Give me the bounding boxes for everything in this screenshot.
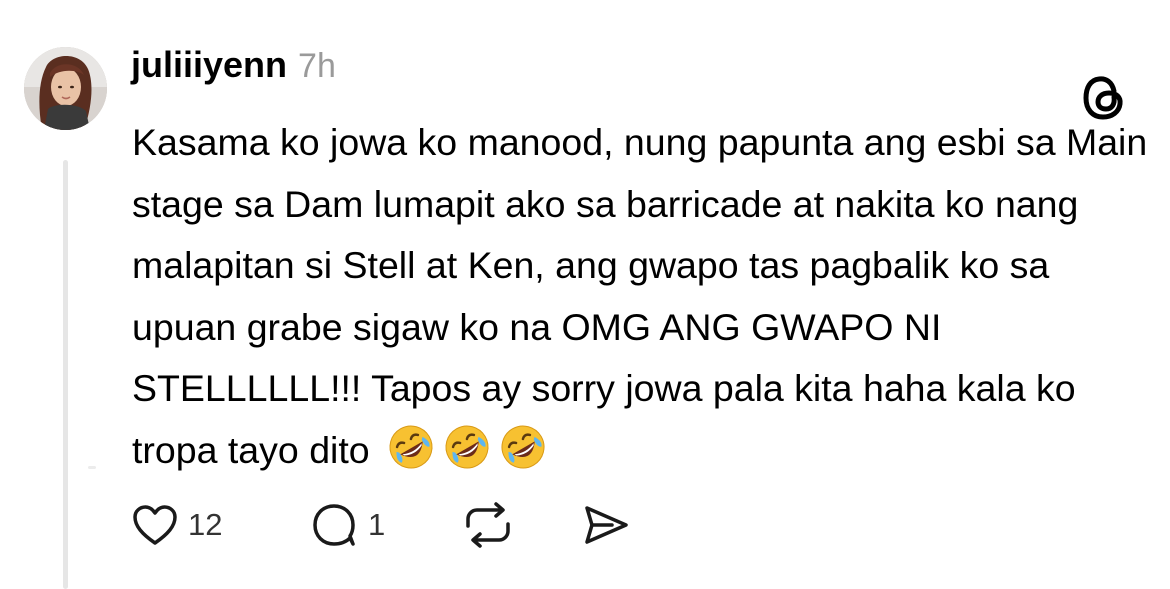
share-button[interactable] xyxy=(582,504,630,546)
like-button[interactable]: 12 xyxy=(132,504,312,546)
rolling-on-floor-laughing-emoji-icon xyxy=(498,422,548,472)
repost-button[interactable] xyxy=(462,502,582,548)
post-text: Kasama ko jowa ko manood, nung papunta a… xyxy=(132,121,1148,471)
avatar[interactable] xyxy=(24,47,107,130)
timestamp: 7h xyxy=(298,47,336,85)
post-actions: 12 1 xyxy=(132,498,630,552)
send-icon xyxy=(585,506,628,544)
rolling-on-floor-laughing-emoji-icon xyxy=(442,422,492,472)
thread-line xyxy=(63,160,68,589)
avatar-photo xyxy=(24,47,107,130)
thread-line-dot xyxy=(88,466,96,469)
comment-button[interactable]: 1 xyxy=(312,502,462,548)
like-count: 12 xyxy=(188,507,223,542)
repost-icon xyxy=(466,502,510,548)
post-header: juliiiyenn 7h xyxy=(131,44,336,90)
post-body: Kasama ko jowa ko manood, nung papunta a… xyxy=(132,112,1152,481)
heart-icon xyxy=(133,505,177,545)
threads-post: juliiiyenn 7h Kasama ko jowa ko manood, … xyxy=(0,0,1170,589)
username[interactable]: juliiiyenn xyxy=(131,44,287,86)
comment-count: 1 xyxy=(368,507,386,542)
comment-bubble-icon xyxy=(313,504,355,546)
rolling-on-floor-laughing-emoji-icon xyxy=(386,422,436,472)
